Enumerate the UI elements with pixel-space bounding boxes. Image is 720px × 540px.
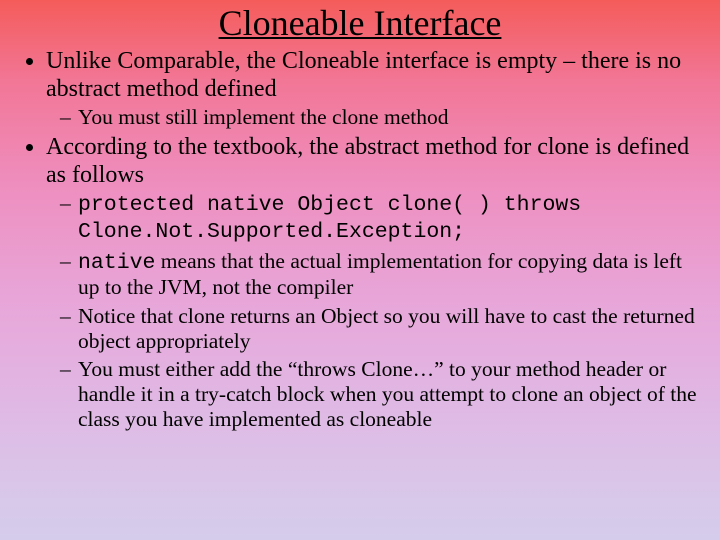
sub-list: You must still implement the clone metho… [46,105,702,130]
sub-item: protected native Object clone( ) throws … [64,191,702,244]
sub-text: You must either add the “throws Clone…” … [78,357,697,430]
slide-title: Cloneable Interface [18,2,702,44]
sub-item: You must still implement the clone metho… [64,105,702,130]
bullet-list: Unlike Comparable, the Cloneable interfa… [18,48,702,432]
bullet-text: According to the textbook, the abstract … [46,134,689,188]
slide: Cloneable Interface Unlike Comparable, t… [0,0,720,444]
bullet-item: According to the textbook, the abstract … [46,134,702,432]
bullet-item: Unlike Comparable, the Cloneable interfa… [46,48,702,130]
sub-list: protected native Object clone( ) throws … [46,191,702,431]
code-inline: native [78,251,155,275]
sub-item: Notice that clone returns an Object so y… [64,304,702,353]
sub-item: You must either add the “throws Clone…” … [64,357,702,431]
sub-text: Notice that clone returns an Object so y… [78,304,695,353]
bullet-text: Unlike Comparable, the Cloneable interfa… [46,48,681,102]
sub-text: You must still implement the clone metho… [78,105,448,129]
sub-item: native means that the actual implementat… [64,249,702,300]
code-text: protected native Object clone( ) throws … [78,193,581,244]
sub-text: means that the actual implementation for… [78,249,682,300]
